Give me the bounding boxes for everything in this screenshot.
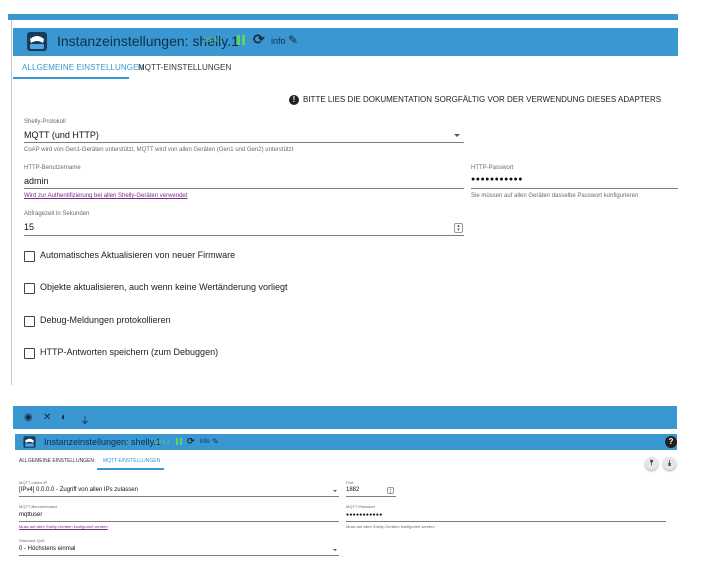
chevron-down-icon[interactable] <box>333 549 337 551</box>
update-objects-checkbox[interactable] <box>24 283 35 294</box>
help-icon[interactable]: ? <box>665 436 677 448</box>
chevron-down-icon[interactable] <box>454 134 460 137</box>
page-title: Instanzeinstellungen: shelly.1 <box>44 437 161 447</box>
version-label: v8.4.1 <box>204 37 224 44</box>
poll-interval-field[interactable]: 15 <box>24 222 34 232</box>
http-password-label: HTTP-Passwort <box>471 165 514 171</box>
port-underline <box>346 496 396 497</box>
pencil-icon[interactable]: ✎ <box>212 437 219 446</box>
protocol-hint: CoAP wird von Gen1-Geräten unterstützt, … <box>24 147 294 153</box>
mqtt-password-field[interactable]: ●●●●●●●●●●● <box>346 512 383 518</box>
tab-mqtt-settings[interactable]: MQTT-EINSTELLUNGEN <box>138 63 231 72</box>
default-qos-underline <box>19 555 339 556</box>
plug-icon[interactable]: ⏚ <box>80 412 90 427</box>
port-label: Port <box>346 480 354 485</box>
protocol-select[interactable]: MQTT (und HTTP) <box>24 130 99 140</box>
top-accent-strip <box>8 14 678 20</box>
http-username-field[interactable]: admin <box>24 176 49 186</box>
mqtt-listen-ip-label: MQTT-Listen-IP <box>19 480 48 485</box>
http-username-hint: Wird zur Authentifizierung bei allen She… <box>24 193 188 199</box>
debug-log-checkbox[interactable] <box>24 316 35 327</box>
poll-interval-underline <box>24 235 464 236</box>
admin-toolbar <box>13 406 677 429</box>
debug-log-label: Debug-Meldungen protokollieren <box>40 315 171 325</box>
save-http-responses-label: HTTP-Antworten speichern (zum Debuggen) <box>40 347 219 357</box>
tab-general-settings[interactable]: ALLGEMEINE EINSTELLUNGEN <box>19 458 94 464</box>
wrench-icon[interactable]: ✕ <box>43 412 51 423</box>
mqtt-username-field[interactable]: mqttuser <box>19 512 42 518</box>
shelly-adapter-logo <box>26 30 48 53</box>
version-label: v8.4.1 <box>156 440 170 446</box>
mqtt-password-label: MQTT-Passwort <box>346 504 375 509</box>
chevron-down-icon[interactable] <box>333 490 337 492</box>
mqtt-username-underline <box>19 521 339 522</box>
http-password-field[interactable]: ●●●●●●●●●●● <box>471 176 523 183</box>
auto-update-firmware-checkbox[interactable] <box>24 251 35 262</box>
download-icon[interactable]: ⤓ <box>663 457 676 470</box>
default-qos-label: Standard-QoS <box>19 538 45 543</box>
pencil-icon[interactable]: ✎ <box>288 33 298 47</box>
active-tab-indicator <box>97 468 164 470</box>
default-qos-select[interactable]: 0 - Höchstens einmal <box>19 546 75 552</box>
update-objects-label: Objekte aktualisieren, auch wenn keine W… <box>40 282 288 292</box>
protocol-underline <box>24 142 464 143</box>
poll-interval-label: Abfragezeit in Sekunden <box>24 211 90 217</box>
mqtt-username-label: MQTT-Benutzername <box>19 504 58 509</box>
reload-icon[interactable]: ⟳ <box>253 31 265 48</box>
reload-icon[interactable]: ⟳ <box>187 436 195 447</box>
port-field[interactable]: 1882 <box>346 487 359 493</box>
mqtt-listen-ip-select[interactable]: [IPv4] 0.0.0.0 - Zugriff von allen IPs z… <box>19 487 138 493</box>
http-password-underline <box>471 188 678 189</box>
tab-mqtt-settings[interactable]: MQTT-EINSTELLUNGEN <box>103 458 160 464</box>
save-http-responses-checkbox[interactable] <box>24 348 35 359</box>
mqtt-password-hint: Muss auf allen Shelly-Geräten konfigurie… <box>346 524 435 529</box>
protocol-label: Shelly-Protokoll <box>24 119 66 125</box>
info-button[interactable]: info <box>200 439 210 445</box>
contrast-icon[interactable]: ◐ <box>61 412 67 423</box>
http-password-hint: Sie müssen auf allen Geräten dasselbe Pa… <box>471 193 639 199</box>
upload-icon[interactable]: ⤒ <box>645 457 658 470</box>
active-tab-indicator <box>13 77 129 79</box>
eye-icon[interactable]: ◉ <box>24 412 33 423</box>
tab-general-settings[interactable]: ALLGEMEINE EINSTELLUNGEN <box>22 63 144 72</box>
http-username-label: HTTP-Benutzername <box>24 165 81 171</box>
http-username-underline <box>24 188 464 189</box>
mqtt-listen-ip-underline <box>19 496 339 497</box>
info-circle-icon: ! <box>289 95 299 105</box>
number-stepper[interactable]: ▴ ▾ <box>454 223 463 233</box>
mqtt-username-hint: Muss auf allen Shelly-Geräten konfigurie… <box>19 524 108 529</box>
info-button[interactable]: info <box>271 36 286 46</box>
documentation-warning: BITTE LIES DIE DOKUMENTATION SORGFÄLTIG … <box>303 95 662 104</box>
shelly-adapter-logo <box>22 435 37 454</box>
panel-left-border <box>11 20 12 385</box>
auto-update-firmware-label: Automatisches Aktualisieren von neuer Fi… <box>40 250 236 260</box>
number-stepper[interactable]: ▴ ▾ <box>387 487 394 494</box>
mqtt-password-underline <box>346 521 666 522</box>
